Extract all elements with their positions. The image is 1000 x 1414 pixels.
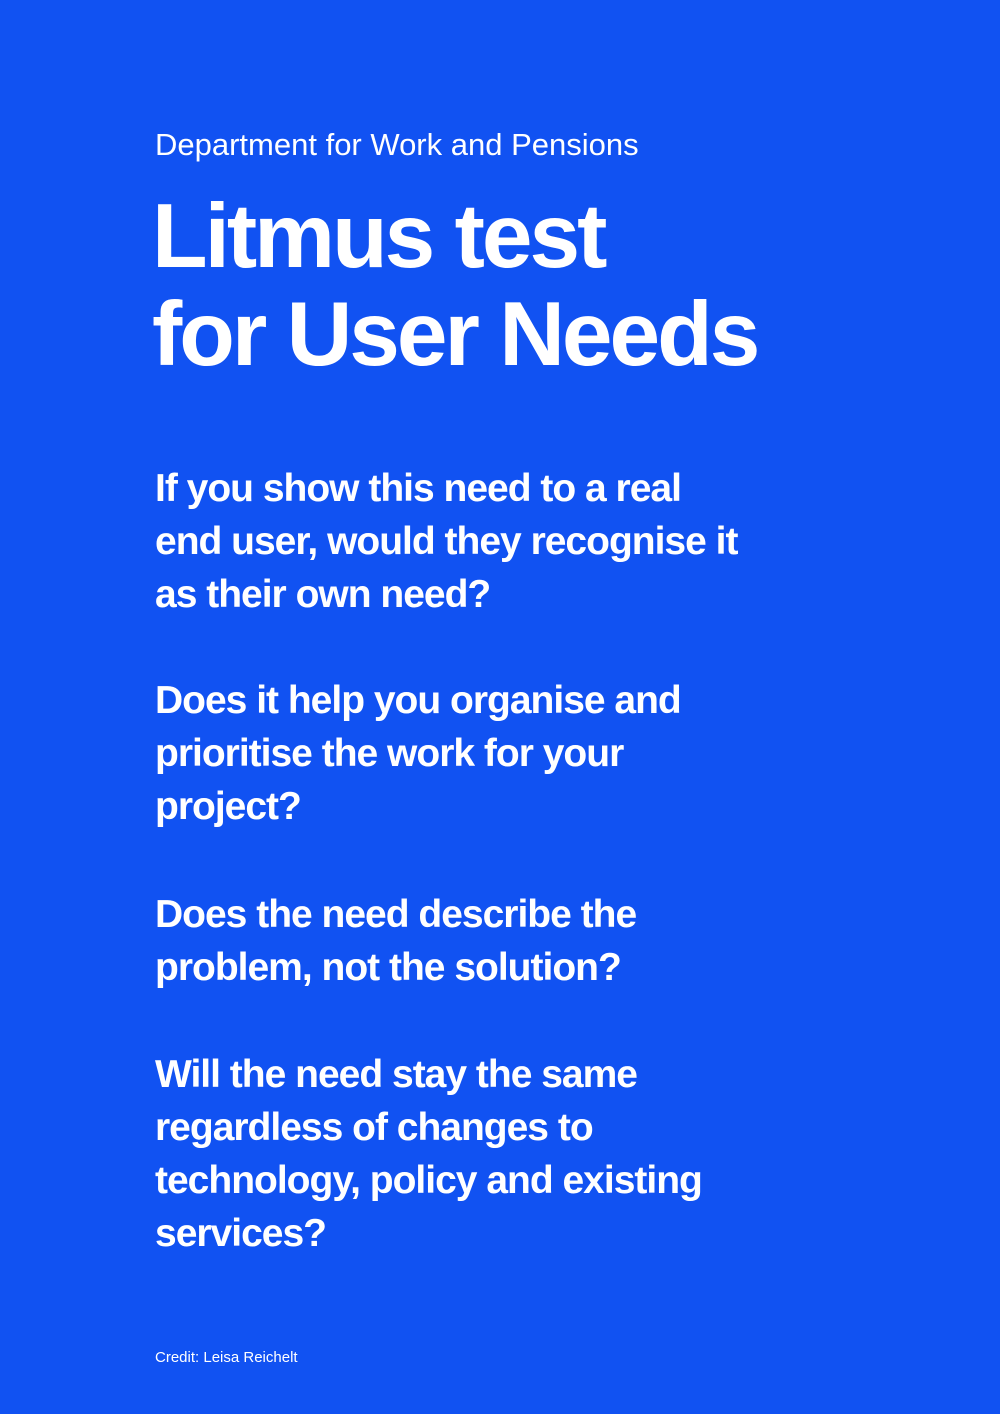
page-title: Litmus test for User Needs bbox=[152, 186, 760, 385]
question-3: Does the need describe the problem, not … bbox=[155, 888, 637, 994]
question-2-line-3: project? bbox=[155, 785, 302, 828]
poster: Department for Work and Pensions Litmus … bbox=[0, 0, 1000, 1414]
question-4-line-3: technology, policy and existing bbox=[155, 1159, 703, 1202]
department-name: Department for Work and Pensions bbox=[155, 127, 639, 162]
question-3-line-1: Does the need describe the bbox=[155, 893, 637, 936]
question-4-line-1: Will the need stay the same bbox=[155, 1053, 638, 1096]
question-1-line-3: as their own need? bbox=[155, 573, 491, 616]
question-2: Does it help you organise and prioritise… bbox=[155, 674, 682, 833]
question-4-line-4: services? bbox=[155, 1212, 327, 1255]
credit-text: Credit: Leisa Reichelt bbox=[155, 1349, 298, 1366]
question-4: Will the need stay the same regardless o… bbox=[155, 1048, 703, 1260]
question-1: If you show this need to a real end user… bbox=[155, 462, 738, 621]
question-1-line-1: If you show this need to a real bbox=[155, 467, 682, 510]
title-line-1: Litmus test bbox=[152, 186, 607, 287]
title-line-2: for User Needs bbox=[152, 284, 760, 385]
question-3-line-2: problem, not the solution? bbox=[155, 946, 622, 989]
question-1-line-2: end user, would they recognise it bbox=[155, 520, 738, 563]
question-2-line-1: Does it help you organise and bbox=[155, 679, 682, 722]
question-4-line-2: regardless of changes to bbox=[155, 1106, 594, 1149]
question-2-line-2: prioritise the work for your bbox=[155, 732, 624, 775]
